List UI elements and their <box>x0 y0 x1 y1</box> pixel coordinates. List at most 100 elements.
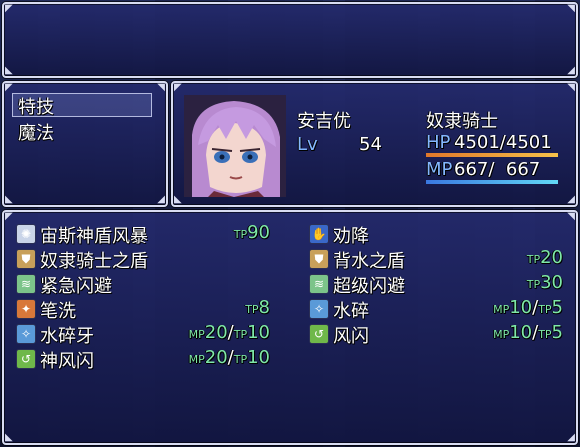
skill-name: 风闪 <box>333 326 369 347</box>
skill-cost: TP30 <box>527 272 563 293</box>
skill-name: 紧急闪避 <box>40 276 112 297</box>
cost-unit: TP <box>245 303 259 316</box>
cost-amount: 20 <box>204 347 228 368</box>
evade-icon: ≋ <box>309 274 329 294</box>
cost-unit: TP <box>526 278 541 291</box>
cost-unit: TP <box>233 328 248 341</box>
cost-unit: TP <box>233 353 248 366</box>
cost-amount: 10 <box>247 347 270 368</box>
corner-ornament: ◣ <box>5 432 13 443</box>
skill-item[interactable]: ✋ 劝降 <box>309 222 563 247</box>
corner-ornament: ◣ <box>5 65 13 76</box>
actor-name: 安吉优 <box>297 111 351 132</box>
command-special-skills[interactable]: 特技 <box>18 93 54 119</box>
face-illustration <box>184 95 286 197</box>
skill-item[interactable]: ⛊ 奴隶骑士之盾 <box>16 247 270 272</box>
skill-item[interactable]: ↺ 神风闪 MP20/TP10 <box>16 347 270 372</box>
skill-item[interactable]: ✦ 笔洗 TP8 <box>16 297 270 322</box>
corner-ornament: ◤ <box>5 82 13 93</box>
cost-unit: TP <box>233 228 248 241</box>
slash-icon: ✦ <box>16 299 36 319</box>
actor-level: 54 <box>359 134 382 155</box>
hp-value: 4501/4501 <box>454 132 552 153</box>
wind-icon: ↺ <box>309 324 329 344</box>
shield-icon: ⛊ <box>16 249 36 269</box>
skill-item[interactable]: ⛊ 背水之盾 TP20 <box>309 247 563 272</box>
skill-item[interactable]: ↺ 风闪 MP10/TP5 <box>309 322 563 347</box>
corner-ornament: ◤ <box>5 211 13 222</box>
evade-icon: ≋ <box>16 274 36 294</box>
cost-unit: MP <box>188 353 205 366</box>
command-magic[interactable]: 魔法 <box>18 119 54 145</box>
skill-name: 神风闪 <box>40 351 94 372</box>
storm-icon: ✺ <box>16 224 36 244</box>
skill-cost: MP10/TP5 <box>493 322 563 343</box>
hp-label: HP <box>426 132 451 153</box>
skill-item[interactable]: ≋ 超级闪避 TP30 <box>309 272 563 297</box>
corner-ornament: ◢ <box>567 194 575 205</box>
water-icon: ✧ <box>16 324 36 344</box>
corner-ornament: ◣ <box>174 194 182 205</box>
shield-icon: ⛊ <box>309 249 329 269</box>
help-window: ◤ ◥ ◣ ◢ <box>2 2 578 78</box>
skill-name: 水碎 <box>333 301 369 322</box>
skill-item[interactable]: ✧ 水碎牙 MP20/TP10 <box>16 322 270 347</box>
cost-unit: MP <box>188 328 205 341</box>
actor-class: 奴隶骑士 <box>426 111 498 132</box>
cost-amount: 5 <box>551 322 563 343</box>
cost-unit: MP <box>493 328 510 341</box>
corner-ornament: ◣ <box>5 194 13 205</box>
cost-amount: 10 <box>509 322 533 343</box>
mp-value: 667/ 667 <box>454 159 541 180</box>
actor-status-window: ◤ ◥ ◣ ◢ 安吉优 Lv 54 奴隶骑士 HP 4501/4501 MP 6… <box>171 81 578 207</box>
skill-type-window: ◤ ◥ ◣ ◢ 特技 魔法 <box>2 81 168 207</box>
cost-unit: TP <box>538 303 552 316</box>
hp-gauge-fill <box>426 153 558 157</box>
skill-name: 超级闪避 <box>333 276 405 297</box>
skill-name: 劝降 <box>333 226 369 247</box>
water-icon: ✧ <box>309 299 329 319</box>
skill-item[interactable]: ✧ 水碎 MP10/TP5 <box>309 297 563 322</box>
mp-label: MP <box>426 159 453 180</box>
corner-ornament: ◥ <box>567 82 575 93</box>
corner-ornament: ◢ <box>157 194 165 205</box>
cost-amount: 5 <box>551 297 563 318</box>
corner-ornament: ◢ <box>567 65 575 76</box>
skill-cost: TP90 <box>234 222 270 243</box>
mp-gauge-fill <box>426 180 558 184</box>
skill-name: 笔洗 <box>40 301 76 322</box>
level-label: Lv <box>297 134 318 155</box>
corner-ornament: ◥ <box>567 3 575 14</box>
cost-amount: 30 <box>540 272 563 293</box>
corner-ornament: ◢ <box>567 432 575 443</box>
cost-amount: 20 <box>204 322 228 343</box>
corner-ornament: ◤ <box>5 3 13 14</box>
skill-list-window: ◤ ◥ ◣ ◢ ✺ 宙斯神盾风暴 TP90 ✋ 劝降 ⛊ 奴隶骑士之盾 ⛊ 背水之盾 TP20 ≋ 紧… <box>2 210 578 445</box>
actor-portrait <box>184 95 286 197</box>
skill-cost: TP8 <box>245 297 270 318</box>
corner-ornament: ◥ <box>567 211 575 222</box>
corner-ornament: ◥ <box>157 82 165 93</box>
mp-gauge <box>426 180 558 184</box>
skill-cost: MP10/TP5 <box>493 297 563 318</box>
skill-name: 背水之盾 <box>333 251 405 272</box>
wind-icon: ↺ <box>16 349 36 369</box>
cost-amount: 20 <box>540 247 563 268</box>
cost-unit: MP <box>493 303 510 316</box>
cost-amount: 8 <box>258 297 270 318</box>
skill-name: 宙斯神盾风暴 <box>40 226 148 247</box>
skill-name: 奴隶骑士之盾 <box>40 251 148 272</box>
skill-cost: MP20/TP10 <box>189 347 270 368</box>
surrender-icon: ✋ <box>309 224 329 244</box>
skill-name: 水碎牙 <box>40 326 94 347</box>
hp-gauge <box>426 153 558 157</box>
skill-cost: MP20/TP10 <box>189 322 270 343</box>
skill-item[interactable]: ✺ 宙斯神盾风暴 TP90 <box>16 222 270 247</box>
corner-ornament: ◤ <box>174 82 182 93</box>
skill-item[interactable]: ≋ 紧急闪避 <box>16 272 270 297</box>
cost-amount: 90 <box>247 222 270 243</box>
skill-cost: TP20 <box>527 247 563 268</box>
cost-amount: 10 <box>509 297 533 318</box>
cost-amount: 10 <box>247 322 270 343</box>
cost-unit: TP <box>538 328 552 341</box>
